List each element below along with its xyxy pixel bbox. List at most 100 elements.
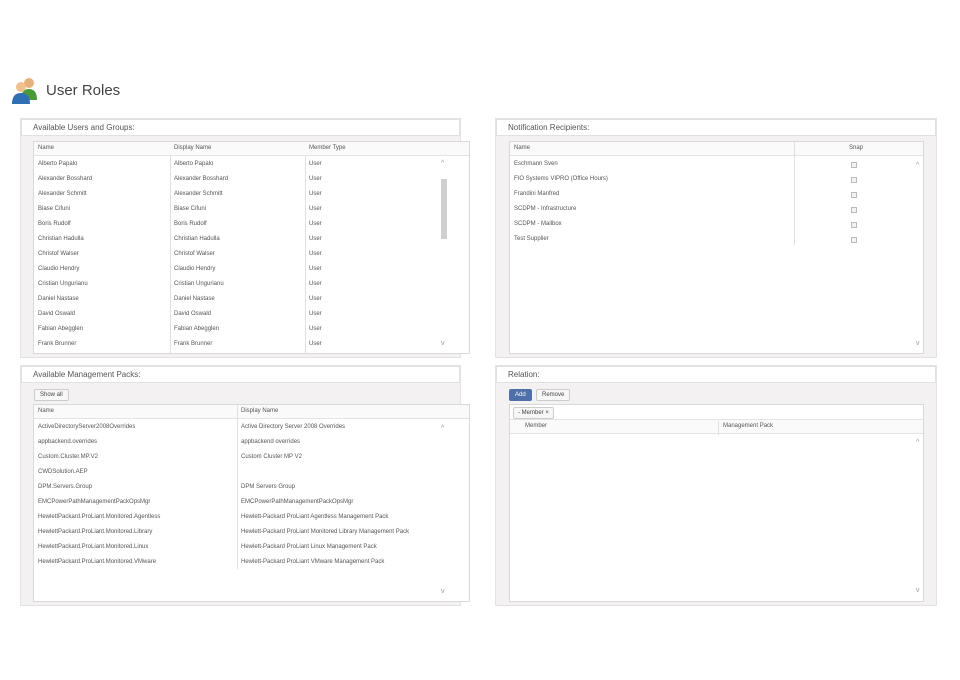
- table-row[interactable]: SCDPM - Mailbox: [510, 217, 910, 232]
- scroll-up-icon[interactable]: ^: [441, 160, 444, 167]
- cell-display-name: Cristian Ungurianu: [174, 281, 224, 287]
- cell-name: CWDSolution.AEP: [38, 469, 88, 475]
- member-tag[interactable]: - Member ×: [513, 407, 554, 419]
- column-management-pack[interactable]: Management Pack: [720, 420, 773, 433]
- cell-display-name: Frank Brunner: [174, 341, 213, 347]
- table-row[interactable]: ActiveDirectoryServer2008Overrides Active…: [34, 420, 442, 435]
- cell-name: SCDPM - Mailbox: [514, 221, 562, 227]
- add-button[interactable]: Add: [509, 389, 532, 401]
- table-row[interactable]: FIO Systems VIPRO (Office Hours): [510, 172, 910, 187]
- group-by-bar: - Member ×: [510, 405, 923, 420]
- cell-name: Custom.Cluster.MP.V2: [38, 454, 98, 460]
- table-row[interactable]: DPM.Servers.Group DPM Servers Group: [34, 480, 442, 495]
- cell-display-name: Alexander Bosshard: [174, 176, 229, 182]
- relation-panel-title: Relation:: [496, 366, 936, 383]
- packs-rows: ActiveDirectoryServer2008Overrides Active…: [34, 420, 442, 570]
- column-divider: [718, 421, 719, 435]
- cell-display-name: Daniel Nastase: [174, 296, 215, 302]
- table-row[interactable]: HewlettPackard.ProLiant.Monitored.Librar…: [34, 525, 442, 540]
- cell-name: Biase Cifuni: [38, 206, 71, 212]
- recipients-panel: Notification Recipients: Name Snap Eschm…: [495, 118, 937, 358]
- cell-name: Frandini Manfred: [514, 191, 560, 197]
- cell-display-name: David Oswald: [174, 311, 212, 317]
- table-row[interactable]: Christof Walser Christof Walser User: [34, 247, 438, 262]
- cell-member-type: User: [309, 326, 322, 332]
- table-row[interactable]: SCDPM - Infrastructure: [510, 202, 910, 217]
- table-row[interactable]: Frandini Manfred: [510, 187, 910, 202]
- scrollbar-thumb[interactable]: [441, 179, 447, 239]
- cell-name: Test Supplier: [514, 236, 549, 242]
- table-row[interactable]: Cristian Ungurianu Cristian Ungurianu User: [34, 277, 438, 292]
- column-name[interactable]: Name: [511, 142, 530, 155]
- snap-checkbox[interactable]: [851, 192, 857, 198]
- table-row[interactable]: HewlettPackard.ProLiant.Monitored.Agentl…: [34, 510, 442, 525]
- column-name[interactable]: Name: [35, 142, 54, 155]
- snap-checkbox[interactable]: [851, 237, 857, 243]
- show-all-button[interactable]: Show all: [34, 389, 69, 401]
- column-display-name[interactable]: Display Name: [238, 405, 278, 418]
- column-name[interactable]: Name: [35, 405, 54, 418]
- cell-name: FIO Systems VIPRO (Office Hours): [514, 176, 608, 182]
- cell-name: Fabian Abegglen: [38, 326, 84, 332]
- column-display-name[interactable]: Display Name: [171, 142, 211, 155]
- table-row[interactable]: Custom.Cluster.MP.V2 Custom Cluster MP V2: [34, 450, 442, 465]
- table-row[interactable]: Alexander Bosshard Alexander Bosshard User: [34, 172, 438, 187]
- table-row[interactable]: Fabian Abegglen Fabian Abegglen User: [34, 322, 438, 337]
- table-row[interactable]: appbackend.overrides appbackend overrides: [34, 435, 442, 450]
- cell-display-name: EMCPowerPathManagementPackOpsMgr: [241, 499, 354, 505]
- table-row[interactable]: Boris Rudolf Boris Rudolf User: [34, 217, 438, 232]
- table-row[interactable]: HewlettPackard.ProLiant.Monitored.Linux H…: [34, 540, 442, 555]
- tag-label: Member: [521, 410, 544, 416]
- table-row[interactable]: Claudio Hendry Claudio Hendry User: [34, 262, 438, 277]
- table-row[interactable]: CWDSolution.AEP: [34, 465, 442, 480]
- table-row[interactable]: Biase Cifuni Biase Cifuni User: [34, 202, 438, 217]
- scroll-up-icon[interactable]: ^: [916, 162, 919, 169]
- snap-checkbox[interactable]: [851, 177, 857, 183]
- relation-grid: - Member × Member Management Pack ^ v: [509, 404, 924, 602]
- cell-member-type: User: [309, 191, 322, 197]
- table-row[interactable]: Frank Brunner Frank Brunner User: [34, 337, 438, 352]
- snap-checkbox[interactable]: [851, 162, 857, 168]
- column-member[interactable]: Member: [522, 420, 547, 433]
- column-member-type[interactable]: Member Type: [306, 142, 346, 155]
- users-grid: Name Display Name Member Type Alberto Pa…: [33, 141, 470, 354]
- cell-name: Christof Walser: [38, 251, 79, 257]
- cell-display-name: Christof Walser: [174, 251, 215, 257]
- cell-display-name: appbackend overrides: [241, 439, 301, 445]
- table-row[interactable]: Christian Hadulla Christian Hadulla User: [34, 232, 438, 247]
- scroll-down-icon[interactable]: v: [916, 587, 920, 594]
- close-icon[interactable]: ×: [545, 410, 549, 416]
- scroll-up-icon[interactable]: ^: [441, 425, 444, 432]
- table-row[interactable]: Alberto Papalo Alberto Papalo User: [34, 157, 438, 172]
- scroll-up-icon[interactable]: ^: [916, 439, 919, 446]
- table-row[interactable]: Alexander Schmitt Alexander Schmitt User: [34, 187, 438, 202]
- recipients-grid-header: Name Snap: [510, 142, 923, 156]
- table-row[interactable]: EMCPowerPathManagementPackOpsMgr EMCPower…: [34, 495, 442, 510]
- table-row[interactable]: HewlettPackard.ProLiant.Monitored.VMware…: [34, 555, 442, 570]
- relation-grid-header: Member Management Pack: [510, 420, 923, 434]
- table-row[interactable]: David Oswald David Oswald User: [34, 307, 438, 322]
- cell-member-type: User: [309, 221, 322, 227]
- cell-name: SCDPM - Infrastructure: [514, 206, 577, 212]
- cell-display-name: Hewlett-Packard ProLiant Agentless Manag…: [241, 514, 389, 520]
- scroll-down-icon[interactable]: v: [441, 340, 445, 347]
- packs-panel-title: Available Management Packs:: [21, 366, 460, 383]
- cell-member-type: User: [309, 206, 322, 212]
- cell-display-name: Alberto Papalo: [174, 161, 214, 167]
- cell-name: Claudio Hendry: [38, 266, 80, 272]
- cell-display-name: Claudio Hendry: [174, 266, 216, 272]
- scroll-down-icon[interactable]: v: [441, 588, 445, 595]
- table-row[interactable]: Eschmann Sven: [510, 157, 910, 172]
- cell-name: Alexander Bosshard: [38, 176, 93, 182]
- scroll-down-icon[interactable]: v: [916, 340, 920, 347]
- remove-button[interactable]: Remove: [536, 389, 571, 401]
- snap-checkbox[interactable]: [851, 207, 857, 213]
- users-panel: Available Users and Groups: Name Display…: [20, 118, 470, 358]
- snap-checkbox[interactable]: [851, 222, 857, 228]
- cell-name: HewlettPackard.ProLiant.Monitored.VMware: [38, 559, 157, 565]
- column-snap[interactable]: Snap: [846, 142, 863, 155]
- table-row[interactable]: Test Supplier: [510, 232, 910, 247]
- cell-member-type: User: [309, 236, 322, 242]
- recipients-grid: Name Snap Eschmann Sven FIO Systems VIPRO…: [509, 141, 924, 354]
- table-row[interactable]: Daniel Nastase Daniel Nastase User: [34, 292, 438, 307]
